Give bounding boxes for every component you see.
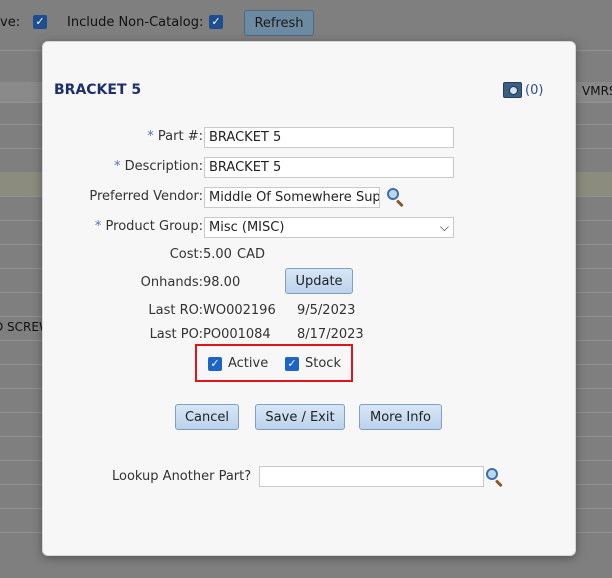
bg-vmrs-header: VMRS (582, 84, 612, 98)
background-toolbar: ve: ✓ Include Non-Catalog: ✓ Refresh (0, 0, 612, 44)
bg-include-noncatalog-label: Include Non-Catalog: (67, 15, 204, 30)
lookup-label: Lookup Another Part? (112, 469, 252, 484)
cancel-button[interactable]: Cancel (175, 404, 239, 430)
description-label: * Description: (113, 159, 203, 174)
last-po-date: 8/17/2023 (297, 327, 364, 342)
active-checkbox[interactable]: ✓ (208, 356, 222, 371)
preferred-vendor-input[interactable]: Middle Of Somewhere Supp (204, 187, 380, 208)
product-group-label: * Product Group: (94, 219, 203, 234)
bg-active-checkbox[interactable]: ✓ (33, 15, 47, 29)
photo-link[interactable]: (0) (503, 82, 543, 98)
update-button[interactable]: Update (285, 268, 353, 294)
part-number-input[interactable]: BRACKET 5 (204, 127, 454, 148)
vendor-search-icon[interactable] (386, 187, 406, 208)
onhands-label: Onhands: (140, 275, 203, 290)
photo-count[interactable]: (0) (525, 83, 543, 98)
part-edit-dialog: BRACKET 5 (0) * Part #: BRACKET 5 * Desc… (42, 41, 576, 556)
more-info-button[interactable]: More Info (359, 404, 442, 430)
highlight-frame: ✓ Active ✓ Stock (195, 344, 353, 382)
lookup-search-icon[interactable] (485, 467, 505, 488)
save-exit-button[interactable]: Save / Exit (255, 404, 345, 430)
dialog-title: BRACKET 5 (54, 82, 142, 98)
onhands-value: 98.00 (203, 275, 241, 290)
stock-checkbox-group[interactable]: ✓ Stock (285, 356, 341, 371)
active-checkbox-group[interactable]: ✓ Active (208, 356, 268, 371)
bg-active-label: ve: (0, 15, 21, 30)
last-ro-date: 9/5/2023 (297, 303, 356, 318)
part-number-label: * Part #: (147, 129, 203, 144)
chevron-down-icon: ⌵ (439, 220, 449, 234)
camera-icon[interactable] (503, 82, 522, 98)
cost-value: 5.00 (203, 247, 232, 262)
product-group-value: Misc (MISC) (209, 220, 285, 235)
last-po-number: PO001084 (203, 327, 271, 342)
product-group-select[interactable]: Misc (MISC) ⌵ (204, 217, 454, 238)
stock-checkbox[interactable]: ✓ (285, 356, 299, 371)
stock-label: Stock (305, 356, 341, 371)
cost-currency: CAD (237, 247, 265, 262)
last-ro-label: Last RO: (148, 303, 203, 318)
preferred-vendor-label: Preferred Vendor: (89, 189, 203, 204)
bg-noncatalog-checkbox[interactable]: ✓ (209, 15, 223, 29)
last-ro-number: WO002196 (203, 303, 276, 318)
lookup-part-input[interactable] (259, 466, 484, 487)
refresh-button[interactable]: Refresh (244, 10, 314, 36)
description-input[interactable]: BRACKET 5 (204, 157, 454, 178)
last-po-label: Last PO: (149, 327, 203, 342)
cost-label: Cost: (169, 247, 203, 262)
active-label: Active (228, 356, 269, 371)
